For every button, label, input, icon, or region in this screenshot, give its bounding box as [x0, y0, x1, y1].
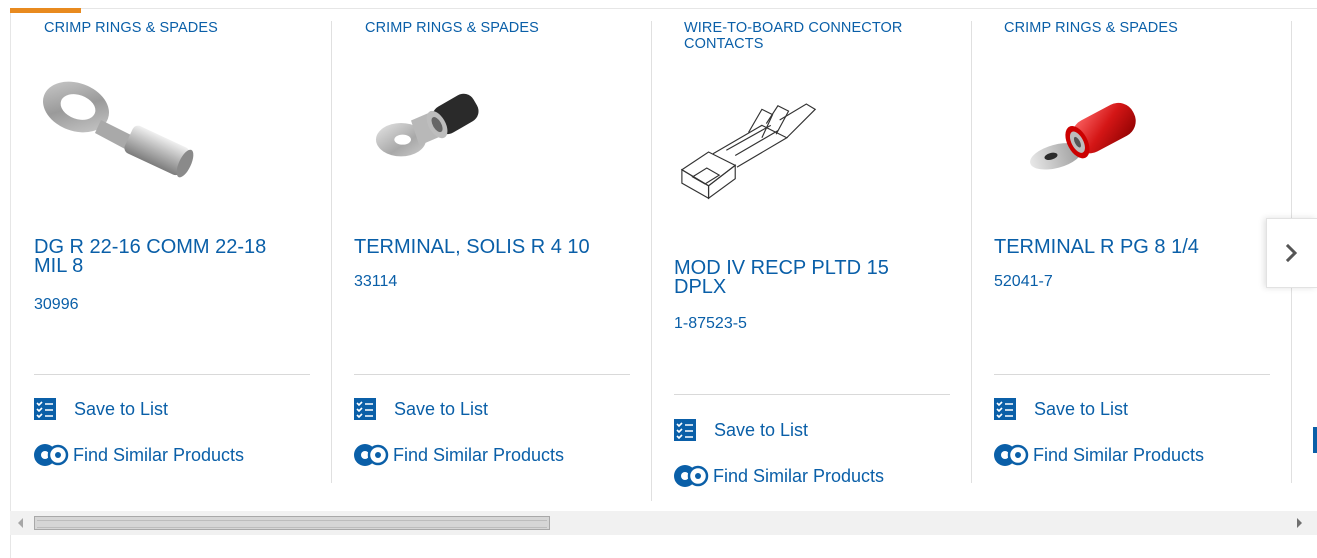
checklist-icon — [994, 398, 1016, 420]
find-similar-label: Find Similar Products — [73, 444, 245, 465]
product-category[interactable]: WIRE-TO-BOARD CONNECTOR CONTACTS — [684, 20, 944, 52]
product-title-link[interactable]: MOD IV RECP PLTD 15 DPLX — [674, 258, 944, 297]
product-title-link[interactable]: TERMINAL, SOLIS R 4 10 — [354, 237, 624, 257]
product-title-link[interactable]: TERMINAL R PG 8 1/4 — [994, 237, 1264, 257]
find-similar-button[interactable]: Find Similar Products — [34, 442, 244, 468]
gears-icon — [354, 444, 389, 466]
find-similar-label: Find Similar Products — [713, 465, 885, 486]
find-similar-label: Find Similar Products — [1033, 444, 1205, 465]
card-divider — [674, 394, 950, 395]
find-similar-label: Find Similar Products — [393, 444, 565, 465]
product-card: CRIMP RINGS & SPADES DG R 22-16 COMM 22-… — [11, 9, 332, 509]
checklist-icon — [34, 398, 56, 420]
partial-card-icon — [1313, 427, 1317, 453]
find-similar-button[interactable]: Find Similar Products — [994, 442, 1204, 468]
product-title-link[interactable]: DG R 22-16 COMM 22-18 MIL 8 — [34, 237, 304, 276]
carousel-next-button[interactable] — [1266, 218, 1317, 288]
part-number-link[interactable]: 52041-7 — [994, 273, 1053, 291]
product-category[interactable]: CRIMP RINGS & SPADES — [365, 20, 615, 36]
scrollbar-thumb[interactable] — [34, 516, 550, 530]
card-divider — [34, 374, 310, 375]
part-number-link[interactable]: 1-87523-5 — [674, 315, 747, 333]
save-to-list-label: Save to List — [74, 398, 169, 419]
product-card: CRIMP RINGS & SPADES TERMINAL, SOLIS R 4… — [331, 9, 652, 509]
checklist-icon — [674, 419, 696, 441]
gears-icon — [994, 444, 1029, 466]
save-to-list-label: Save to List — [1034, 398, 1129, 419]
part-number-link[interactable]: 30996 — [34, 296, 79, 314]
card-divider — [354, 374, 630, 375]
scroll-right-arrow-icon[interactable] — [1297, 518, 1302, 528]
scroll-left-arrow-icon[interactable] — [18, 518, 23, 528]
save-to-list-label: Save to List — [394, 398, 489, 419]
find-similar-button[interactable]: Find Similar Products — [354, 442, 564, 468]
product-category[interactable]: CRIMP RINGS & SPADES — [44, 20, 294, 36]
product-image-red-ring-terminal[interactable] — [991, 93, 1171, 193]
chevron-right-icon — [1285, 243, 1298, 263]
product-image-ring-terminal[interactable] — [31, 75, 211, 195]
checklist-icon — [354, 398, 376, 420]
product-card: CRIMP RINGS & SPADES TERMINAL R PG 8 1/4… — [971, 9, 1292, 509]
save-to-list-button[interactable]: Save to List — [354, 396, 488, 422]
part-number-link[interactable]: 33114 — [354, 273, 397, 291]
product-card: WIRE-TO-BOARD CONNECTOR CONTACTS MOD IV … — [651, 9, 972, 509]
gears-icon — [34, 444, 69, 466]
product-category[interactable]: CRIMP RINGS & SPADES — [1004, 20, 1254, 36]
find-similar-button[interactable]: Find Similar Products — [674, 463, 884, 489]
save-to-list-button[interactable]: Save to List — [674, 417, 808, 443]
horizontal-scrollbar[interactable] — [10, 511, 1317, 535]
card-divider — [994, 374, 1270, 375]
product-image-ring-terminal[interactable] — [361, 83, 511, 183]
gears-icon — [674, 465, 709, 487]
product-carousel: CRIMP RINGS & SPADES DG R 22-16 COMM 22-… — [11, 9, 1317, 509]
product-image-contact[interactable] — [673, 97, 833, 207]
save-to-list-label: Save to List — [714, 419, 809, 440]
save-to-list-button[interactable]: Save to List — [34, 396, 168, 422]
save-to-list-button[interactable]: Save to List — [994, 396, 1128, 422]
